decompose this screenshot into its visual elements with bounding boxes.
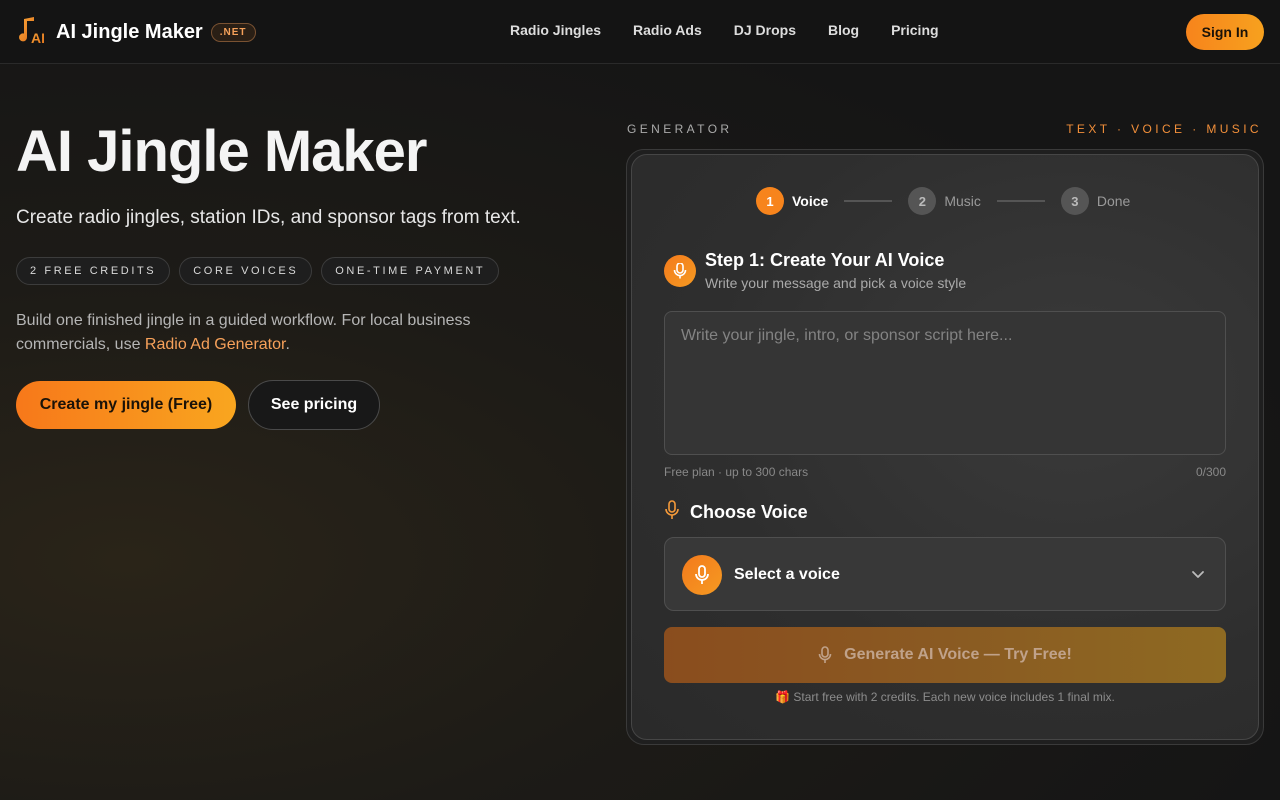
step-3-dot: 3 bbox=[1060, 187, 1089, 215]
choose-voice-title: Choose Voice bbox=[690, 502, 808, 522]
nav-link-radio-ads[interactable]: Radio Ads bbox=[633, 22, 702, 38]
brand-name: AI Jingle Maker bbox=[56, 20, 203, 43]
radio-ad-generator-link[interactable]: Radio Ad Generator bbox=[145, 336, 286, 353]
microphone-icon bbox=[664, 255, 696, 287]
svg-text:AI: AI bbox=[31, 30, 44, 46]
step-2-label: Music bbox=[944, 193, 981, 209]
choose-voice-heading: Choose Voice bbox=[664, 500, 808, 525]
select-voice-value: Select a voice bbox=[734, 566, 840, 583]
chevron-down-icon bbox=[1191, 567, 1205, 586]
generate-voice-button[interactable]: Generate AI Voice — Try Free! bbox=[664, 627, 1226, 683]
hero-description-end: . bbox=[285, 336, 290, 353]
microphone-icon bbox=[682, 555, 722, 595]
hero-subtitle: Create radio jingles, station IDs, and s… bbox=[16, 207, 521, 228]
step-connector bbox=[996, 200, 1045, 202]
generate-voice-label: Generate AI Voice — Try Free! bbox=[844, 646, 1072, 663]
sign-in-button[interactable]: Sign In bbox=[1186, 14, 1264, 50]
feature-chips: 2 FREE CREDITS CORE VOICES ONE-TIME PAYM… bbox=[16, 257, 500, 285]
step-title: Step 1: Create Your AI Voice bbox=[705, 250, 945, 270]
see-pricing-button[interactable]: See pricing bbox=[248, 380, 380, 430]
nav-links: Radio Jingles Radio Ads DJ Drops Blog Pr… bbox=[510, 22, 971, 38]
free-credits-note: 🎁 Start free with 2 credits. Each new vo… bbox=[775, 690, 1115, 704]
step-connector bbox=[844, 200, 893, 202]
generator-label: GENERATOR bbox=[627, 122, 733, 136]
step-3-label: Done bbox=[1096, 193, 1131, 209]
voice-select-dropdown[interactable]: Select a voice bbox=[664, 537, 1226, 611]
brand[interactable]: AI AI Jingle Maker .NET bbox=[18, 16, 256, 48]
step-header: Step 1: Create Your AI Voice Write your … bbox=[664, 250, 966, 291]
step-2-dot: 2 bbox=[908, 187, 937, 215]
microphone-icon bbox=[818, 646, 832, 664]
net-badge: .NET bbox=[210, 22, 256, 42]
chip-free-credits: 2 FREE CREDITS bbox=[16, 257, 171, 285]
nav-link-blog[interactable]: Blog bbox=[828, 22, 859, 38]
hero-description: Build one finished jingle in a guided wo… bbox=[16, 309, 516, 357]
char-counter: 0/300 bbox=[1195, 465, 1226, 479]
char-limit-note: Free plan · up to 300 chars bbox=[664, 465, 809, 479]
step-1-dot: 1 bbox=[756, 187, 784, 215]
step-subtitle: Write your message and pick a voice styl… bbox=[705, 275, 967, 291]
top-nav: AI AI Jingle Maker .NET Radio Jingles Ra… bbox=[0, 0, 1280, 64]
chip-one-time-payment: ONE-TIME PAYMENT bbox=[321, 257, 500, 285]
hero-title: AI Jingle Maker bbox=[16, 119, 427, 184]
script-input[interactable] bbox=[664, 311, 1226, 455]
step-1-label: Voice bbox=[792, 193, 829, 209]
generator-tags: TEXT · VOICE · MUSIC bbox=[1066, 122, 1262, 136]
nav-link-dj-drops[interactable]: DJ Drops bbox=[734, 22, 796, 38]
chip-core-voices: CORE VOICES bbox=[179, 257, 313, 285]
nav-link-pricing[interactable]: Pricing bbox=[891, 22, 938, 38]
create-jingle-button[interactable]: Create my jingle (Free) bbox=[16, 381, 236, 429]
music-note-logo-icon: AI bbox=[18, 16, 44, 48]
stepper: 1 Voice 2 Music 3 Done bbox=[756, 187, 1130, 215]
microphone-icon bbox=[664, 500, 680, 525]
nav-link-radio-jingles[interactable]: Radio Jingles bbox=[510, 22, 601, 38]
